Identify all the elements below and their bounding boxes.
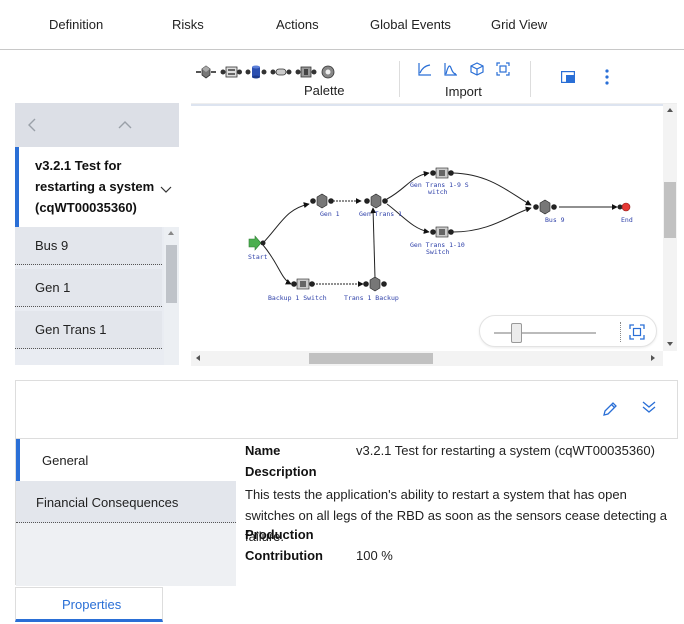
- double-chevron-down-icon[interactable]: [642, 400, 656, 414]
- scrollbar-thumb[interactable]: [166, 245, 177, 303]
- zoom-slider-track[interactable]: [494, 332, 596, 334]
- chevron-up-icon[interactable]: [117, 117, 133, 133]
- properties-body: General Financial Consequences Name v3.2…: [15, 438, 679, 586]
- more-options-icon[interactable]: [604, 69, 610, 85]
- chevron-down-icon[interactable]: [160, 181, 172, 193]
- cylinder-block-icon[interactable]: [245, 64, 267, 80]
- contribution-value: 100 %: [356, 548, 393, 563]
- chevron-left-icon[interactable]: [25, 117, 41, 133]
- side-tab-financial-consequences[interactable]: Financial Consequences: [16, 481, 236, 523]
- selected-diagram-item[interactable]: v3.2.1 Test for restarting a system (cqW…: [15, 147, 179, 227]
- distribution-icon[interactable]: [444, 62, 458, 76]
- switch-node[interactable]: [430, 167, 454, 179]
- canvas-horizontal-scrollbar[interactable]: [191, 351, 663, 366]
- production-label: Production: [245, 527, 314, 542]
- import-label: Import: [445, 84, 482, 99]
- name-value: v3.2.1 Test for restarting a system (cqW…: [356, 443, 655, 458]
- top-tab-bar: Definition Risks Actions Global Events G…: [0, 0, 684, 50]
- scrollbar-thumb[interactable]: [664, 182, 676, 238]
- connection-line: [262, 244, 292, 285]
- connection-line: [370, 207, 377, 279]
- list-item[interactable]: Gen Trans 1: [15, 311, 162, 349]
- block-node[interactable]: [363, 276, 387, 292]
- pencil-icon[interactable]: [602, 401, 618, 417]
- block-node[interactable]: [533, 199, 557, 215]
- tab-grid-view[interactable]: Grid View: [491, 17, 547, 32]
- node-label: Backup 1 Switch: [268, 294, 327, 302]
- connection-line: [386, 203, 430, 234]
- description-label: Description: [245, 464, 317, 479]
- scrollbar-thumb[interactable]: [309, 353, 433, 364]
- tab-risks[interactable]: Risks: [172, 17, 204, 32]
- node-label: End: [621, 216, 633, 224]
- properties-side-tabs: General Financial Consequences: [16, 439, 236, 586]
- tab-definition[interactable]: Definition: [49, 17, 103, 32]
- cube-block-icon[interactable]: [195, 64, 217, 80]
- switch-node[interactable]: [430, 226, 454, 238]
- selected-diagram-title: v3.2.1 Test for restarting a system (cqW…: [35, 158, 155, 215]
- scroll-down-arrow[interactable]: [667, 342, 673, 346]
- zoom-divider: [620, 322, 621, 342]
- switch-node[interactable]: [291, 278, 315, 290]
- rbd-diagram: Start Gen 1 Gen Trans 1 Gen Trans 1-9 S …: [248, 167, 633, 302]
- fit-frame-icon[interactable]: [496, 62, 510, 76]
- connection-line: [452, 172, 532, 206]
- scroll-left-arrow[interactable]: [196, 355, 200, 361]
- tab-properties[interactable]: Properties: [15, 587, 163, 622]
- box-icon[interactable]: [470, 62, 484, 76]
- block-node[interactable]: [364, 193, 388, 209]
- palette-label: Palette: [304, 83, 345, 98]
- diagram-toolbar: Palette Import: [0, 51, 684, 101]
- fit-to-screen-icon[interactable]: [629, 324, 645, 340]
- node-label: Bus 9: [545, 216, 565, 224]
- toolbar-divider: [530, 61, 531, 97]
- tab-global-events[interactable]: Global Events: [370, 17, 451, 32]
- list-item[interactable]: Bus 9: [15, 227, 162, 265]
- switch-block-icon[interactable]: [220, 64, 242, 80]
- scroll-up-arrow[interactable]: [168, 231, 174, 235]
- contribution-label: Contribution: [245, 548, 323, 563]
- connection-line: [262, 202, 310, 244]
- node-label: Gen Trans 1: [359, 210, 402, 218]
- end-node[interactable]: [617, 202, 631, 212]
- list-nav-header: [15, 103, 179, 147]
- general-details: Name v3.2.1 Test for restarting a system…: [236, 439, 679, 586]
- canvas-vertical-scrollbar[interactable]: [663, 104, 677, 351]
- link-block-icon[interactable]: [270, 64, 292, 80]
- connection-line: [452, 206, 532, 233]
- list-item[interactable]: Gen 1: [15, 269, 162, 307]
- node-label: witch: [428, 188, 448, 196]
- scroll-right-arrow[interactable]: [651, 355, 655, 361]
- zoom-slider-thumb[interactable]: [511, 323, 522, 343]
- side-tab-general[interactable]: General: [16, 439, 236, 481]
- block-node[interactable]: [310, 193, 334, 209]
- element-list-panel: v3.2.1 Test for restarting a system (cqW…: [15, 103, 179, 365]
- sensor-block-icon[interactable]: [295, 64, 317, 80]
- node-label: Gen 1: [320, 210, 340, 218]
- name-label: Name: [245, 443, 281, 458]
- properties-header: [15, 380, 678, 438]
- palette-icons: [195, 63, 336, 81]
- scroll-up-arrow[interactable]: [667, 108, 673, 112]
- list-scrollbar[interactable]: [164, 227, 179, 365]
- node-label: Start: [248, 253, 268, 261]
- panel-layout-icon[interactable]: [561, 70, 576, 84]
- tab-actions[interactable]: Actions: [276, 17, 319, 32]
- diagram-canvas[interactable]: Start Gen 1 Gen Trans 1 Gen Trans 1-9 S …: [191, 103, 677, 366]
- toolbar-divider: [399, 61, 400, 97]
- node-label: Switch: [426, 248, 450, 256]
- node-label: Trans 1 Backup: [344, 294, 399, 302]
- gear-block-icon[interactable]: [320, 64, 336, 80]
- line-chart-icon[interactable]: [418, 62, 432, 76]
- start-node[interactable]: [248, 235, 266, 251]
- zoom-control: [479, 315, 657, 347]
- import-icons: [418, 62, 510, 76]
